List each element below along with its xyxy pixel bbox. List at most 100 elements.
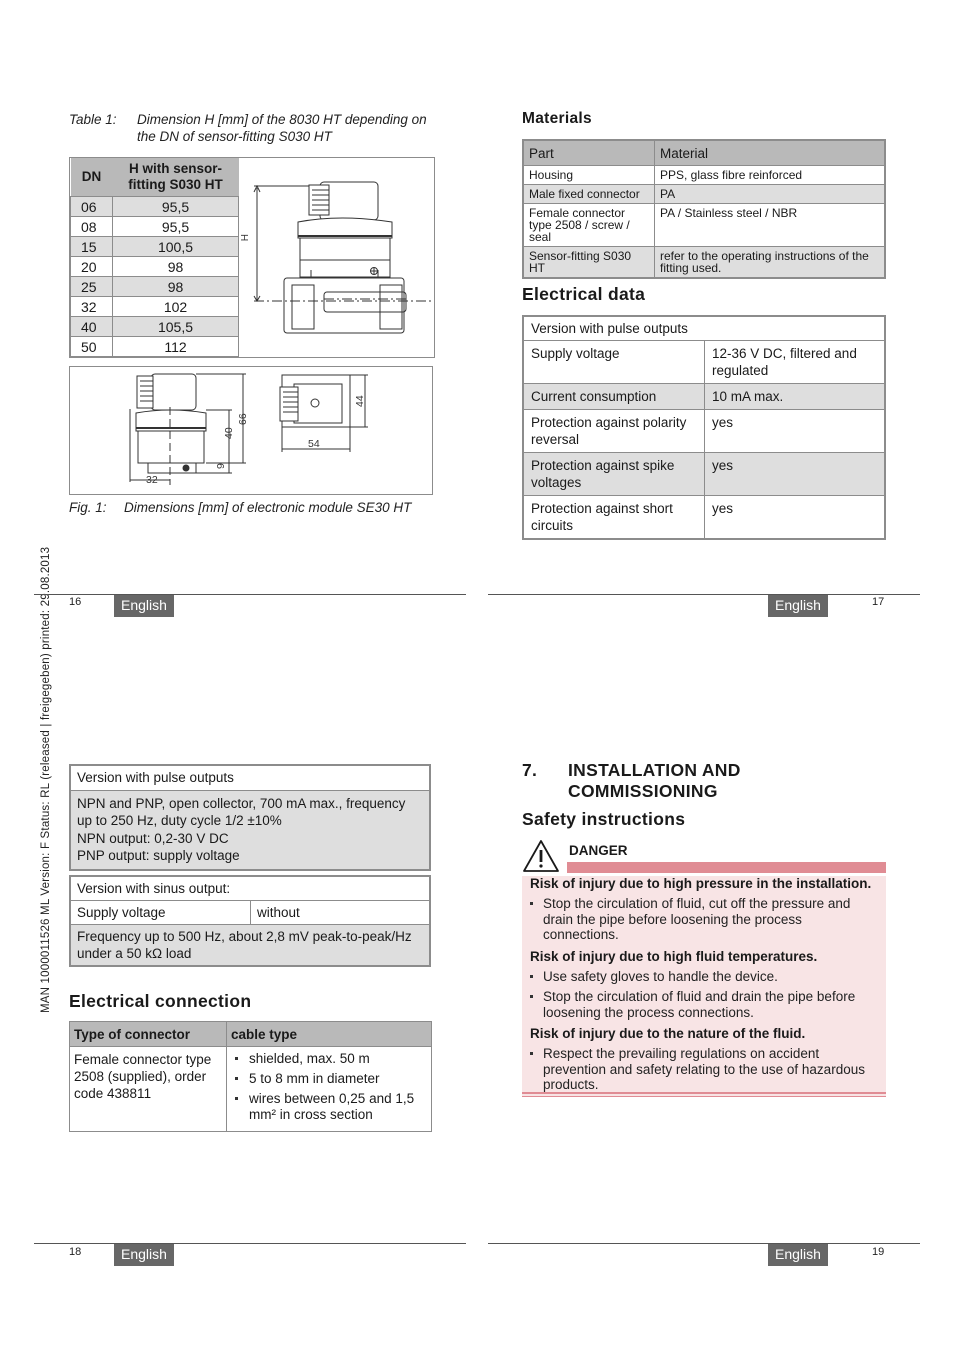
fig1-caption-text: Dimensions [mm] of electronic module SE3… (124, 500, 412, 515)
bullet-text: Respect the prevailing regulations on ac… (543, 1046, 865, 1092)
electronic-module-drawing: 66 40 9 32 54 44 (129, 373, 368, 486)
pulse-output-table: Version with pulse outputs NPN and PNP, … (69, 764, 431, 871)
material-cell: PPS, glass fibre reinforced (654, 165, 886, 185)
dn-cell: 50 (70, 336, 113, 357)
list-item: Stop the circulation of fluid, cut off t… (530, 896, 880, 943)
dimension-label-h: H (240, 234, 249, 241)
page-number-17: 17 (872, 596, 885, 608)
language-tab-p18: English (114, 1244, 174, 1266)
document-status-margin: MAN 1000011526 ML Version: F Status: RL … (40, 546, 52, 1013)
fig1-caption-label: Fig. 1: (69, 500, 107, 515)
table1-caption-text: Dimension H [mm] of the 8030 HT dependin… (137, 112, 427, 144)
supply-voltage-value: without (250, 900, 431, 925)
language-tab-p17: English (768, 595, 828, 617)
dn-cell: 08 (70, 216, 113, 237)
danger-message-box: Risk of injury due to high pressure in t… (522, 876, 886, 1097)
pulse-spec-line: NPN and PNP, open collector, 700 mA max.… (77, 795, 406, 829)
bullet-text: Stop the circulation of fluid and drain … (543, 989, 856, 1020)
table-row: Current consumption 10 mA max. (522, 383, 886, 410)
bullet-icon (530, 902, 533, 905)
table-row: Protection against spike voltages yes (522, 452, 886, 496)
column-header-material: Material (654, 139, 886, 166)
value-cell: 10 mA max. (704, 383, 886, 410)
table-row: 15 100,5 (70, 236, 239, 257)
list-item: Respect the prevailing regulations on ac… (530, 1046, 880, 1093)
table-row: Female connector type 2508 / screw / sea… (522, 203, 886, 247)
pulse-spec-line: NPN output: 0,2-30 V DC (77, 830, 229, 846)
table-row: Male fixed connector PA (522, 184, 886, 204)
table1-caption: Table 1: Dimension H [mm] of the 8030 HT… (69, 111, 439, 147)
parameter-cell: Supply voltage (522, 340, 705, 384)
h-cell: 105,5 (112, 316, 239, 337)
table1-caption-label: Table 1: (69, 112, 117, 127)
electrical-data-heading: Electrical data (522, 284, 646, 304)
language-tab-p19: English (768, 1244, 828, 1266)
page-number-18: 18 (69, 1246, 82, 1258)
h-cell: 95,5 (112, 196, 239, 217)
sinus-output-table: Version with sinus output: Supply voltag… (69, 875, 431, 967)
column-header-h: H with sensor-fitting S030 HT (112, 158, 239, 197)
list-item: shielded, max. 50 m (231, 1051, 427, 1067)
table-row: 20 98 (70, 256, 239, 277)
list-item: wires between 0,25 and 1,5 mm² in cross … (231, 1091, 427, 1123)
table-row: Protection against short circuits yes (522, 495, 886, 540)
table-row: 40 105,5 (70, 316, 239, 337)
sinus-table-header: Version with sinus output: (69, 875, 431, 901)
h-cell: 98 (112, 276, 239, 297)
table-row: Female connector type 2508 (supplied), o… (69, 1046, 432, 1132)
table-row: 50 112 (70, 336, 239, 357)
chapter-title: INSTALLATION AND COMMISSIONING (568, 760, 741, 802)
table-row: NPN and PNP, open collector, 700 mA max.… (69, 789, 431, 870)
connector-type-cell: Female connector type 2508 (supplied), o… (69, 1046, 227, 1132)
danger-label: DANGER (569, 843, 628, 858)
h-cell: 102 (112, 296, 239, 317)
chapter-number: 7. (522, 760, 538, 780)
dn-cell: 06 (70, 196, 113, 217)
value-cell: yes (704, 409, 886, 453)
danger-box-rule (522, 1092, 886, 1094)
material-cell: refer to the operating instructions of t… (654, 246, 886, 279)
electrical-table-header: Version with pulse outputs (522, 315, 886, 341)
h-cell: 112 (112, 336, 239, 357)
danger-box-rule (522, 1096, 886, 1097)
h-cell: 98 (112, 256, 239, 277)
safety-instructions-heading: Safety instructions (522, 809, 686, 829)
table-row: Sensor-fitting S030 HT refer to the opera… (522, 246, 886, 279)
list-item: 5 to 8 mm in diameter (231, 1071, 427, 1087)
dn-cell: 15 (70, 236, 113, 257)
dim-54: 54 (308, 438, 320, 450)
list-item: Use safety gloves to handle the device. (530, 969, 880, 985)
footer-rule-p18 (34, 1243, 466, 1244)
column-header-dn: DN (70, 158, 113, 197)
table-row: 06 95,5 (70, 196, 239, 217)
h-cell: 100,5 (112, 236, 239, 257)
part-cell: Sensor-fitting S030 HT (522, 246, 655, 279)
parameter-cell: Current consumption (522, 383, 705, 410)
dn-cell: 20 (70, 256, 113, 277)
risk-heading: Risk of injury due to high fluid tempera… (530, 949, 818, 964)
warning-triangle-icon (523, 840, 559, 872)
table-row: 32 102 (70, 296, 239, 317)
pulse-table-header: Version with pulse outputs (69, 764, 431, 791)
dn-cell: 25 (70, 276, 113, 297)
bullet-icon (530, 975, 533, 978)
dim-32: 32 (146, 474, 158, 486)
material-cell: PA (654, 184, 886, 204)
risk-heading: Risk of injury due to the nature of the … (530, 1026, 806, 1041)
footer-rule-p17 (488, 594, 920, 595)
cable-type-list: shielded, max. 50 m 5 to 8 mm in diamete… (231, 1051, 427, 1123)
chapter-title-line: INSTALLATION AND (568, 760, 741, 780)
table-row: Protection against polarity reversal yes (522, 409, 886, 453)
material-cell: PA / Stainless steel / NBR (654, 203, 886, 247)
table-row: 25 98 (70, 276, 239, 297)
electrical-connection-heading: Electrical connection (69, 991, 252, 1011)
list-item: Stop the circulation of fluid and drain … (530, 989, 880, 1020)
part-cell: Male fixed connector (522, 184, 655, 204)
sensor-fitting-drawing: H (240, 181, 434, 334)
page-number-16: 16 (69, 596, 82, 608)
pulse-spec-line: PNP output: supply voltage (77, 848, 240, 863)
column-header-connector: Type of connector (69, 1021, 227, 1047)
bullet-icon (530, 995, 533, 998)
parameter-cell: Protection against spike voltages (522, 452, 705, 496)
materials-heading: Materials (522, 110, 592, 127)
